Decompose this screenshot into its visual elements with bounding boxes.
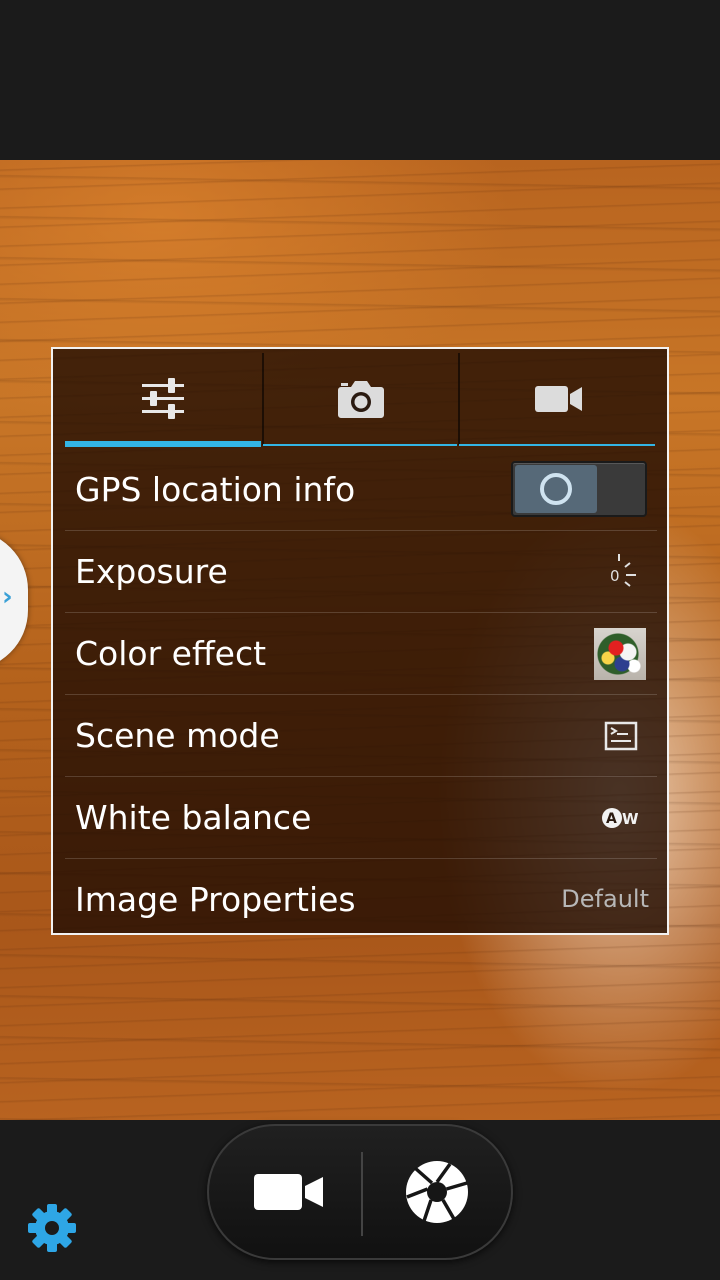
setting-white-balance[interactable]: White balance A W: [65, 777, 657, 859]
shutter-icon: [406, 1161, 468, 1223]
video-camera-icon: [535, 386, 582, 412]
setting-label: White balance: [75, 798, 312, 837]
svg-text:A: A: [606, 811, 617, 827]
top-bar: [0, 0, 720, 160]
exposure-icon: 0: [603, 531, 643, 612]
tab-general-settings[interactable]: [65, 349, 261, 449]
white-balance-auto-icon: A W: [601, 777, 641, 858]
settings-list: GPS location info Exposure 0 Color effec…: [65, 449, 657, 940]
setting-label: Image Properties: [75, 880, 356, 919]
tab-indicator: [459, 444, 655, 446]
sliders-icon: [142, 378, 184, 419]
exposure-value: 0: [610, 567, 620, 585]
setting-image-properties[interactable]: Image Properties Default: [65, 859, 657, 940]
setting-label: Scene mode: [75, 716, 280, 755]
video-camera-icon: [254, 1174, 323, 1210]
settings-panel: GPS location info Exposure 0 Color effec…: [51, 347, 669, 935]
shutter-button[interactable]: [367, 1136, 507, 1248]
settings-button[interactable]: [26, 1202, 78, 1254]
gear-icon: [28, 1204, 76, 1252]
off-circle-icon: [540, 473, 572, 505]
scene-auto-icon: [603, 695, 639, 776]
setting-label: Color effect: [75, 634, 267, 673]
setting-exposure[interactable]: Exposure 0: [65, 531, 657, 613]
tab-indicator: [263, 444, 457, 446]
setting-label: Exposure: [75, 552, 228, 591]
setting-gps-location[interactable]: GPS location info: [65, 449, 657, 531]
color-effect-thumbnail: [593, 613, 647, 694]
tab-divider: [458, 353, 460, 445]
gps-toggle[interactable]: [511, 461, 647, 517]
tab-photo-settings[interactable]: [263, 349, 459, 449]
tab-video-settings[interactable]: [461, 349, 657, 449]
chevron-right-icon: ›: [2, 582, 13, 612]
svg-text:W: W: [622, 810, 639, 828]
record-video-button[interactable]: [219, 1136, 359, 1248]
setting-color-effect[interactable]: Color effect: [65, 613, 657, 695]
setting-value: Default: [561, 885, 649, 913]
capture-controls: [207, 1124, 513, 1260]
toggle-thumb: [515, 465, 597, 513]
setting-label: GPS location info: [75, 470, 356, 509]
camera-screen: › GPS location info Exposure 0 Color eff…: [0, 0, 720, 1280]
settings-tabs: [53, 349, 667, 449]
camera-icon: [338, 381, 384, 418]
pill-divider: [361, 1152, 363, 1236]
flower-thumbnail: [594, 627, 646, 680]
active-tab-indicator: [65, 441, 261, 447]
setting-scene-mode[interactable]: Scene mode: [65, 695, 657, 777]
